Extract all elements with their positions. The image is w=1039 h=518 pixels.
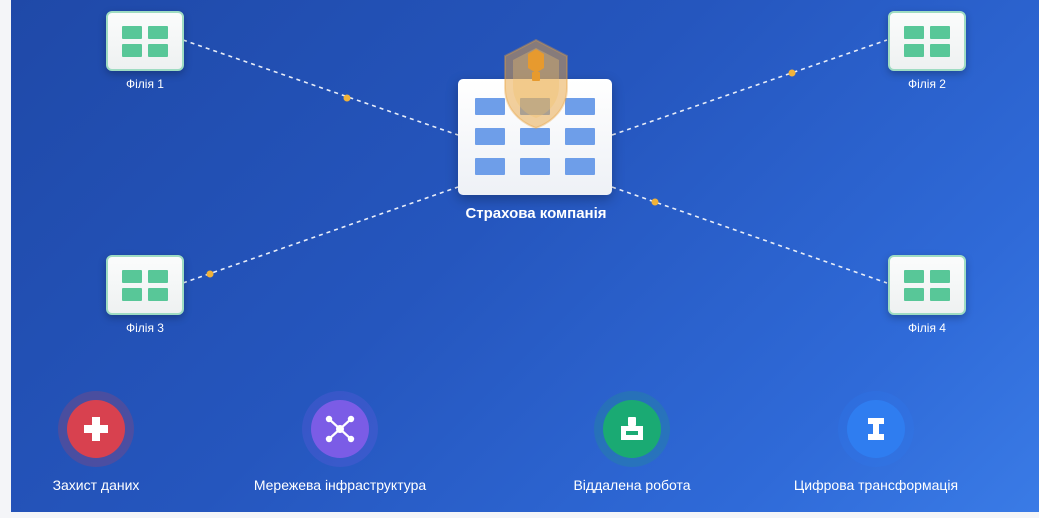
feature-data-protection-label: Захист даних (52, 477, 140, 493)
feature-digital-transformation-label: Цифрова трансформація (793, 477, 959, 493)
feature-network-infrastructure-label: Мережева інфраструктура (253, 477, 427, 493)
link-dot-1 (343, 94, 351, 102)
remote-terminal-icon (603, 400, 661, 458)
branch-1-label: Філія 1 (126, 77, 164, 91)
branch-1-building-icon (106, 11, 184, 71)
branch-3-building-icon (106, 255, 184, 315)
shield-icon (504, 38, 568, 130)
branch-2-label: Філія 2 (908, 77, 946, 91)
link-branch-3 (182, 186, 459, 284)
link-dot-3 (206, 270, 214, 278)
branch-4-label: Філія 4 (908, 321, 946, 335)
plus-icon (67, 400, 125, 458)
diagram-panel: Філія 1 Філія 2 Філія 3 Філія 4 Страхова… (11, 0, 1039, 512)
branch-3-label: Філія 3 (126, 321, 164, 335)
network-nodes-icon (311, 400, 369, 458)
link-branch-2 (611, 39, 888, 136)
i-beam-icon (847, 400, 905, 458)
link-branch-1 (182, 39, 459, 136)
feature-remote-work-label: Віддалена робота (573, 477, 691, 493)
headquarters-label: Страхова компанія (465, 205, 607, 222)
branch-4-building-icon (888, 255, 966, 315)
link-dot-2 (788, 69, 796, 77)
branch-2-building-icon (888, 11, 966, 71)
